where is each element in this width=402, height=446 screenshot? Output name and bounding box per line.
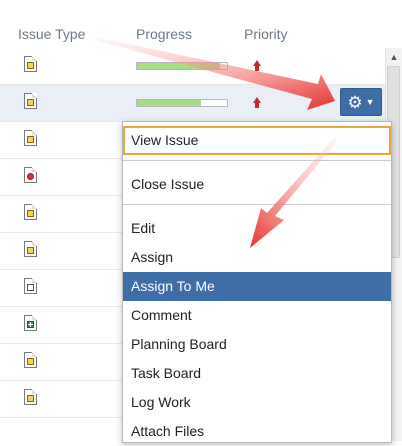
progress-fill [137,63,220,69]
actions-dropdown-menu: View Issue Close Issue Edit Assign Assig… [122,121,392,443]
menu-item-log-work[interactable]: Log Work [123,388,391,417]
task-icon [24,56,37,72]
task-icon [24,93,37,109]
menu-item-planning-board[interactable]: Planning Board [123,330,391,359]
menu-item-assign-to-me[interactable]: Assign To Me [123,272,391,301]
task-icon [24,130,37,146]
story-icon [24,278,37,294]
table-row[interactable] [0,48,386,85]
column-header-priority[interactable]: Priority [244,26,288,42]
progress-fill [137,100,201,106]
scroll-up-icon[interactable]: ▲ [386,48,402,66]
table-header: Issue Type Progress Priority [0,0,386,48]
menu-separator [123,160,391,161]
gear-icon: ⚙ [347,92,363,112]
priority-high-icon [251,60,263,72]
menu-item-edit[interactable]: Edit [123,214,391,243]
menu-item-task-board[interactable]: Task Board [123,359,391,388]
task-icon [24,204,37,220]
task-icon [24,241,37,257]
menu-item-assign[interactable]: Assign [123,243,391,272]
progress-bar [136,62,228,70]
column-header-issue-type[interactable]: Issue Type [18,26,85,42]
column-header-progress[interactable]: Progress [136,26,192,42]
menu-item-close-issue[interactable]: Close Issue [123,170,391,199]
new-feature-icon [24,315,37,331]
actions-button[interactable]: ⚙ ▼ [340,88,382,116]
chevron-down-icon: ▼ [365,96,375,107]
task-icon [24,352,37,368]
progress-bar [136,99,228,107]
menu-item-view-issue[interactable]: View Issue [123,126,391,155]
task-icon [24,389,37,405]
priority-high-icon [251,97,263,109]
table-row-selected[interactable]: ⚙ ▼ [0,85,386,122]
menu-separator [123,204,391,205]
bug-icon [24,167,37,183]
menu-item-comment[interactable]: Comment [123,301,391,330]
menu-item-attach-files[interactable]: Attach Files [123,417,391,446]
